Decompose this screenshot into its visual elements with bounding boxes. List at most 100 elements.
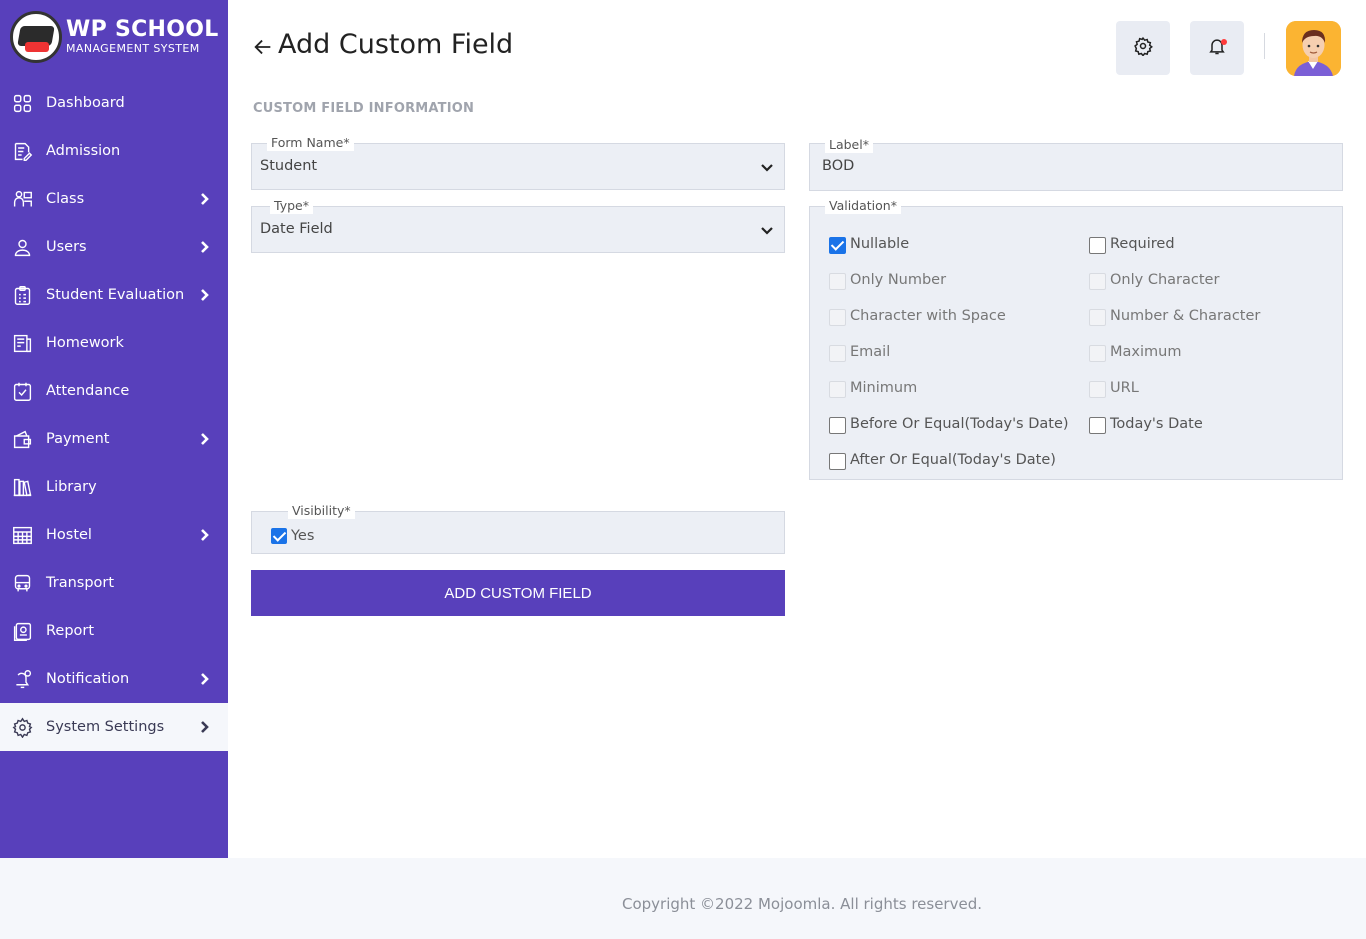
chevron-down-icon (760, 223, 774, 237)
label-field[interactable]: Label* BOD (809, 137, 1343, 191)
sidebar-nav: Dashboard Admission Class Users Student … (0, 79, 228, 751)
sidebar-item-notification[interactable]: Notification (0, 655, 228, 703)
character-with-space-label: Character with Space (850, 308, 1006, 324)
email-label: Email (850, 344, 891, 360)
todays-date-checkbox[interactable] (1089, 417, 1106, 434)
user-avatar-icon (1286, 21, 1341, 76)
validation-legend: Validation* (825, 198, 901, 214)
only-number-label: Only Number (850, 272, 947, 288)
sidebar-item-label: Admission (46, 143, 121, 159)
type-select[interactable]: Type* Date Field (251, 198, 785, 253)
chevron-right-icon (196, 719, 212, 735)
validation-group: Validation* Nullable Required Only Numbe… (809, 198, 1343, 480)
form-name-legend: Form Name* (267, 135, 354, 151)
sidebar-item-payment[interactable]: Payment (0, 415, 228, 463)
email-checkbox[interactable] (829, 345, 846, 362)
form-name-value: Student (260, 158, 318, 174)
sidebar-item-label: Library (46, 479, 97, 495)
sidebar-item-label: Payment (46, 431, 110, 447)
back-arrow-icon[interactable] (252, 36, 274, 58)
required-checkbox[interactable] (1089, 237, 1106, 254)
label-legend: Label* (825, 137, 873, 153)
before-or-equal-label: Before Or Equal(Today's Date) (850, 416, 1069, 432)
required-label: Required (1110, 236, 1175, 252)
visibility-yes-label: Yes (291, 528, 315, 544)
after-or-equal-label: After Or Equal(Today's Date) (850, 452, 1056, 468)
nullable-label: Nullable (850, 236, 910, 252)
sidebar-item-users[interactable]: Users (0, 223, 228, 271)
sidebar-item-label: Transport (46, 575, 115, 591)
school-logo-icon (10, 11, 62, 63)
wallet-icon (11, 428, 33, 450)
sidebar-item-report[interactable]: Report (0, 607, 228, 655)
class-icon (11, 188, 33, 210)
number-character-checkbox[interactable] (1089, 309, 1106, 326)
nullable-checkbox[interactable] (829, 237, 846, 254)
settings-button[interactable] (1116, 21, 1170, 75)
copyright-text: Copyright ©2022 Mojoomla. All rights res… (621, 895, 982, 913)
sidebar-item-hostel[interactable]: Hostel (0, 511, 228, 559)
maximum-checkbox[interactable] (1089, 345, 1106, 362)
sidebar-item-label: Class (46, 191, 85, 207)
footer: Copyright ©2022 Mojoomla. All rights res… (228, 858, 1366, 939)
report-icon (11, 620, 33, 642)
chevron-right-icon (196, 239, 212, 255)
type-value: Date Field (260, 221, 333, 237)
sidebar-item-admission[interactable]: Admission (0, 127, 228, 175)
library-icon (11, 476, 33, 498)
sidebar-item-label: Notification (46, 671, 130, 687)
bus-icon (11, 572, 33, 594)
sidebar-item-class[interactable]: Class (0, 175, 228, 223)
chevron-right-icon (196, 527, 212, 543)
gear-icon (1133, 36, 1153, 60)
chevron-down-icon (760, 160, 774, 174)
sidebar-item-label: Homework (46, 335, 124, 351)
chevron-right-icon (196, 191, 212, 207)
sidebar-item-label: Student Evaluation (46, 287, 185, 303)
sidebar-item-label: System Settings (46, 719, 165, 735)
maximum-label: Maximum (1110, 344, 1182, 360)
url-checkbox[interactable] (1089, 381, 1106, 398)
bell-icon (11, 668, 33, 690)
gear-icon (11, 716, 33, 738)
visibility-yes-checkbox[interactable] (271, 528, 287, 544)
minimum-checkbox[interactable] (829, 381, 846, 398)
visibility-group: Visibility* Yes (251, 503, 785, 554)
sidebar-item-student-evaluation[interactable]: Student Evaluation (0, 271, 228, 319)
sidebar-item-label: Dashboard (46, 95, 125, 111)
sidebar-item-dashboard[interactable]: Dashboard (0, 79, 228, 127)
sidebar-item-system-settings[interactable]: System Settings (0, 703, 228, 751)
hostel-icon (11, 524, 33, 546)
url-label: URL (1110, 380, 1139, 396)
notifications-button[interactable] (1190, 21, 1244, 75)
calendar-check-icon (11, 380, 33, 402)
only-character-checkbox[interactable] (1089, 273, 1106, 290)
chevron-right-icon (196, 431, 212, 447)
sidebar: WP SCHOOL MANAGEMENT SYSTEM Dashboard Ad… (0, 0, 228, 858)
sidebar-item-homework[interactable]: Homework (0, 319, 228, 367)
before-or-equal-checkbox[interactable] (829, 417, 846, 434)
sidebar-item-library[interactable]: Library (0, 463, 228, 511)
only-number-checkbox[interactable] (829, 273, 846, 290)
number-character-label: Number & Character (1110, 308, 1261, 324)
form-name-select[interactable]: Form Name* Student (251, 135, 785, 190)
notification-dot (1221, 39, 1227, 45)
form-edit-icon (11, 140, 33, 162)
brand-subtitle: MANAGEMENT SYSTEM (66, 42, 200, 55)
avatar[interactable] (1286, 21, 1341, 76)
label-value: BOD (822, 158, 855, 174)
character-with-space-checkbox[interactable] (829, 309, 846, 326)
brand-logo[interactable]: WP SCHOOL MANAGEMENT SYSTEM (10, 11, 219, 63)
after-or-equal-checkbox[interactable] (829, 453, 846, 470)
clipboard-icon (11, 284, 33, 306)
sidebar-item-transport[interactable]: Transport (0, 559, 228, 607)
type-legend: Type* (270, 198, 313, 214)
sidebar-item-label: Users (46, 239, 87, 255)
todays-date-label: Today's Date (1110, 416, 1203, 432)
add-custom-field-button[interactable]: ADD CUSTOM FIELD (251, 570, 785, 616)
brand-title: WP SCHOOL (66, 17, 219, 42)
book-icon (11, 332, 33, 354)
sidebar-item-attendance[interactable]: Attendance (0, 367, 228, 415)
visibility-legend: Visibility* (288, 503, 355, 519)
chevron-right-icon (196, 287, 212, 303)
